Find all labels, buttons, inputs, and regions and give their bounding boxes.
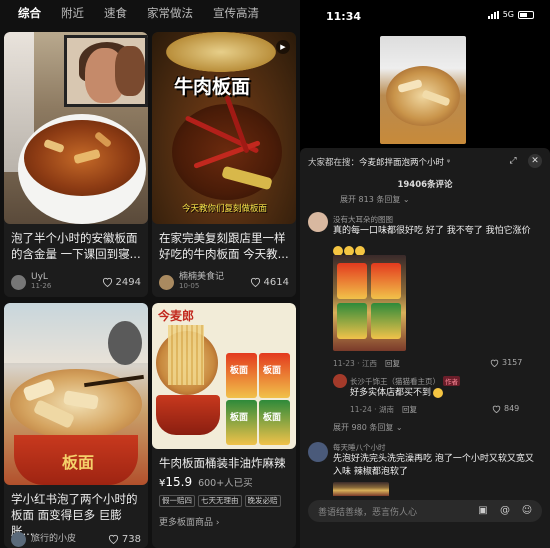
video-player[interactable] [380,36,466,144]
author-badge: 作者 [443,376,460,386]
status-bar: 11:34 5G [300,0,550,30]
heart-icon [492,405,501,413]
like-count: 738 [121,533,141,545]
expand-icon[interactable]: ⤢ [506,154,520,168]
tab-home-cooking[interactable]: 家常做法 [137,5,203,21]
sad-emoji-icon [433,387,444,398]
avatar[interactable] [308,442,328,462]
like-count: 2494 [115,276,141,288]
image-icon[interactable]: ▣ [476,504,490,518]
comment-count: 19406条评论 [397,180,453,190]
like-count: 4614 [263,276,289,288]
product-card[interactable]: 今麦郎 板面 板面 板面 板面 牛肉板面桶装非油炸麻辣 ¥15.9 600+人已… [152,303,296,548]
product-tags: 假一赔四 七天无理由 晚发必赔 [159,495,281,507]
heart-icon [108,534,118,544]
noodle-package: 板面 [259,400,290,445]
feed-card[interactable]: 板面 学小红书泡了两个小时的板面 面变得巨多 巨膨胀... 旅行的小皮 738 [4,303,148,548]
card-meta: 旅行的小皮 738 [11,531,141,547]
expand-replies-button[interactable]: 展开 813 条回复 ⌄ [340,194,410,205]
at-icon[interactable]: @ [498,504,512,518]
card-meta: UyL 11-26 2494 [11,272,141,290]
more-products-link[interactable]: 更多板面商品 › [159,515,219,528]
card-author: 旅行的小皮 [31,533,77,544]
comment-text: 好多实体店都买不到 [350,387,540,400]
comment-image[interactable] [333,255,406,351]
status-time: 11:34 [326,10,362,23]
feed-panel: 综合 附近 速食 家常做法 宣传高清 泡了半个小时的安徽板面的含金量 一下课回到… [0,0,300,548]
noodle-package: 板面 [259,353,290,398]
reply-button[interactable]: 回复 [385,358,400,369]
avatar[interactable] [11,531,26,547]
feed-card[interactable]: ▶ 牛肉板面 今天教你们复刻做板面 在家完美复刻跟店里一样好吃的牛肉板面 今天教… [152,32,296,297]
crying-emoji-icon [333,245,343,256]
comment-meta: 11-24 · 湖南 回复 [350,404,417,415]
card-title: 在家完美复刻跟店里一样好吃的牛肉板面 今天教... [159,231,289,261]
feed-card[interactable]: 泡了半个小时的安徽板面的含金量 一下课回到寝... UyL 11-26 2494 [4,32,148,297]
battery-icon [518,10,534,19]
comment-username[interactable]: 长沙千饰王（猫猫看主页） 作者 [350,376,460,387]
expand-replies-button[interactable]: 展开 980 条回复 ⌄ [333,422,403,433]
bowl-label: 板面 [62,453,95,472]
brand-logo: 今麦郎 [158,309,195,323]
tv-screen [64,35,148,107]
avatar[interactable] [308,212,328,232]
crying-emoji-icon [344,245,354,256]
reply-button[interactable]: 回复 [402,404,417,415]
signal-icon [487,10,499,19]
tab-comprehensive[interactable]: 综合 [8,5,51,21]
play-icon[interactable]: ▶ [276,40,290,54]
card-thumbnail [4,32,148,224]
comment-text: 真的每一口味都很好吃 好了 我不夸了 我怕它涨价 [333,226,531,236]
card-author: 楠楠美食记 [179,272,225,282]
avatar[interactable] [159,274,174,290]
emoji-icon[interactable]: ☺ [520,504,534,518]
card-title: 泡了半个小时的安徽板面的含金量 一下课回到寝... [11,231,141,261]
comments-panel: 大家都在搜：今麦郎拌面泡两个小时 ᵠ ⤢ ✕ 19406条评论 展开 813 条… [300,148,550,548]
comment-text: 先泡好洗完头洗完澡再吃 泡了一个小时又软又宽又入味 辣椒都泡软了 [333,454,534,477]
avatar[interactable] [333,374,347,388]
like-button[interactable]: 4614 [250,277,289,288]
heart-icon [102,277,112,287]
comment-username[interactable]: 没有大耳朵的图图 [333,214,393,225]
noodle-package: 板面 [226,400,257,445]
product-tag: 七天无理由 [198,495,242,507]
overlay-caption: 今天教你们复刻做板面 [182,204,268,214]
comment-meta: 11-23 · 江西 回复 [333,358,400,369]
avatar[interactable] [11,274,26,290]
sold-count: 600+人已买 [198,478,253,489]
comment-like-button[interactable]: 849 [492,404,519,413]
like-button[interactable]: 738 [108,534,141,545]
category-tabs: 综合 附近 速食 家常做法 宣传高清 [0,0,300,26]
sparkle-icon: ᵠ [446,158,451,168]
card-thumbnail: ▶ 牛肉板面 今天教你们复刻做板面 [152,32,296,224]
card-date: 10-05 [179,282,200,290]
search-hint[interactable]: 大家都在搜：今麦郎拌面泡两个小时 ᵠ [308,156,450,168]
phone-screen: 11:34 5G 大家都在搜：今麦郎拌面泡两个小时 ᵠ ⤢ ✕ 19406条评论… [300,0,550,548]
heart-icon [490,359,499,367]
product-price: ¥15.9 600+人已买 [159,475,253,489]
comment-username[interactable]: 每天睡八个小时 [333,442,386,453]
network-label: 5G [502,10,514,19]
tab-nearby[interactable]: 附近 [51,5,94,21]
card-thumbnail: 板面 [4,303,148,485]
comment-image[interactable] [333,482,389,496]
card-author: UyL [31,272,48,282]
like-button[interactable]: 2494 [102,277,141,288]
card-date: 11-26 [31,282,52,290]
comment-input[interactable]: 善语结善缘，恶言伤人心 ▣ @ ☺ [308,500,542,522]
product-tag: 假一赔四 [159,495,195,507]
product-image: 今麦郎 板面 板面 板面 板面 [152,303,296,449]
noodle-package: 板面 [226,353,257,398]
comment-input-placeholder: 善语结善缘，恶言伤人心 [318,508,418,518]
close-icon[interactable]: ✕ [528,154,542,168]
heart-icon [250,277,260,287]
product-title: 牛肉板面桶装非油炸麻辣 [159,456,286,470]
card-meta: 楠楠美食记 10-05 4614 [159,272,289,290]
tab-promo-hd[interactable]: 宣传高清 [203,5,269,21]
crying-emoji-icon [355,245,365,256]
tab-instant-food[interactable]: 速食 [94,5,137,21]
overlay-title: 牛肉板面 [174,76,251,98]
product-tag: 晚发必赔 [244,495,281,507]
comment-like-button[interactable]: 3157 [490,358,522,367]
